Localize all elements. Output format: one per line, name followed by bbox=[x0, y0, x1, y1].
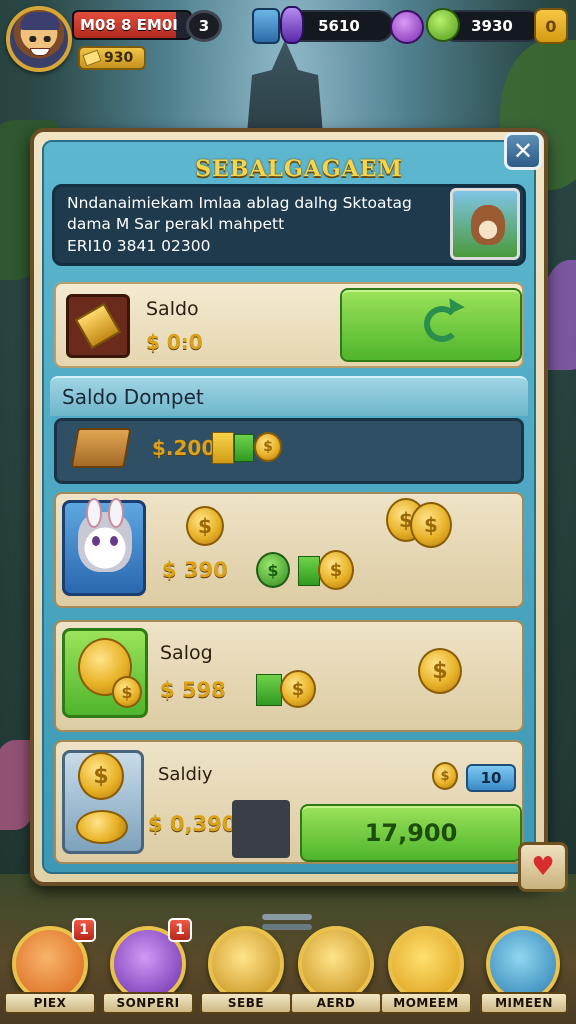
coin-icon: $ bbox=[318, 550, 354, 590]
gold-bar-icon bbox=[66, 294, 130, 358]
card1-value: $ 390 bbox=[162, 558, 228, 582]
ticket-icon bbox=[82, 49, 102, 67]
bunny-icon bbox=[78, 498, 132, 572]
panel-title: SEBALGAGAEM bbox=[195, 156, 403, 182]
coin-icon: $ bbox=[78, 752, 124, 800]
saldo-label: Saldo bbox=[146, 298, 199, 320]
wallet-section-header: Saldo Dompet bbox=[50, 376, 528, 416]
nav-badge-button[interactable] bbox=[388, 926, 464, 1002]
player-level-badge: 3 bbox=[186, 10, 222, 42]
saldo-value: $ 0:0 bbox=[146, 330, 203, 354]
nav-scroll-button[interactable] bbox=[486, 926, 560, 1002]
purple-gem-icon bbox=[390, 10, 424, 44]
coin-icon: $ bbox=[112, 676, 142, 708]
notice-line-2: dama M Sar perakl mahpett bbox=[67, 215, 285, 234]
nav-coin-stack-button[interactable] bbox=[298, 926, 374, 1002]
favorite-heart-button[interactable]: ♥ bbox=[518, 842, 568, 892]
notice-line-1: Nndanaimiekam Imlaa ablag dalhg Sktoatag bbox=[67, 194, 412, 212]
player-avatar[interactable] bbox=[6, 6, 72, 72]
nav-pet-label: PIEX bbox=[4, 992, 96, 1014]
nav-pet-badge: 1 bbox=[72, 918, 96, 942]
wallet-section-title: Saldo Dompet bbox=[62, 385, 204, 409]
nav-scroll-label: MIMEEN bbox=[480, 992, 568, 1014]
green-coin-icon: $ bbox=[256, 552, 290, 588]
coin-icon: $ bbox=[280, 670, 316, 708]
card2-tag: Salog bbox=[160, 642, 213, 664]
notice-line-3: ERI10 3841 02300 bbox=[67, 236, 211, 255]
player-health-bar: M08 8 EM0I bbox=[72, 10, 192, 40]
close-button[interactable]: ✕ bbox=[504, 132, 542, 170]
card3-tag: Saldiy bbox=[158, 764, 213, 785]
ticket-counter: 930 bbox=[78, 46, 146, 70]
crystal-icon bbox=[280, 6, 304, 44]
card3-value: $ 0,390 bbox=[148, 812, 237, 836]
empty-slot bbox=[232, 800, 290, 858]
nav-swirl-badge: 1 bbox=[168, 918, 192, 942]
green-coin-icon bbox=[426, 8, 460, 42]
coin-icon: $ bbox=[410, 502, 452, 548]
fox-portrait-icon bbox=[450, 188, 520, 260]
temple-silhouette bbox=[246, 40, 324, 140]
gem-count: 5610 bbox=[318, 17, 360, 35]
nav-coin-stack-label: AERD bbox=[290, 992, 382, 1014]
coin-icon: $ bbox=[432, 762, 458, 790]
ticket-count: 930 bbox=[104, 50, 134, 66]
coin-count: 3930 bbox=[471, 17, 513, 35]
add-currency-button[interactable]: 0 bbox=[534, 8, 568, 44]
nav-coin-button[interactable] bbox=[208, 926, 284, 1002]
player-name: M08 8 EM0I bbox=[80, 16, 178, 34]
coin-icon: $ bbox=[186, 506, 224, 546]
count-badge: 10 bbox=[466, 764, 516, 792]
wallet-amount: $.200 bbox=[152, 436, 216, 460]
treasure-chest-icon bbox=[70, 428, 132, 468]
coin-icon: $ bbox=[254, 432, 282, 462]
nav-coin-label: SEBE bbox=[200, 992, 292, 1014]
nav-swirl-label: SONPERI bbox=[102, 992, 194, 1014]
coin-icon: $ bbox=[418, 648, 462, 694]
nav-badge-label: MOMEEM bbox=[380, 992, 472, 1014]
coin-stack-icon bbox=[76, 810, 128, 844]
buy-button[interactable]: 17,900 bbox=[300, 804, 522, 862]
chest-icon bbox=[252, 8, 280, 44]
card2-value: $ 598 bbox=[160, 678, 226, 702]
scroll-handle[interactable] bbox=[262, 914, 312, 920]
